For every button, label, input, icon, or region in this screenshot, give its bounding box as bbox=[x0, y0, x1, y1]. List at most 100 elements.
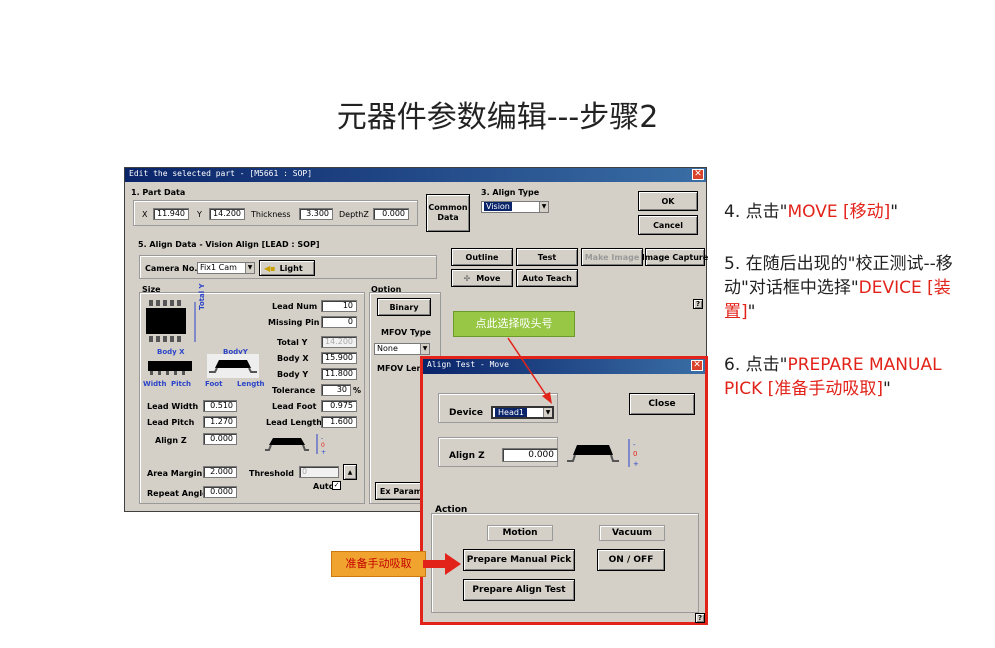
chevron-down-icon: ▼ bbox=[539, 202, 548, 212]
depthz-field[interactable]: 0.000 bbox=[373, 208, 409, 220]
vacuum-on-off-button[interactable]: ON / OFF bbox=[597, 549, 665, 571]
align-data-heading: 5. Align Data - Vision Align [LEAD : SOP… bbox=[138, 240, 320, 249]
svg-text:+: + bbox=[633, 460, 639, 468]
missing-pin-label: Missing Pin bbox=[268, 318, 320, 327]
auto-checkbox[interactable]: ✓ bbox=[332, 481, 341, 490]
right-arrow-icon bbox=[423, 553, 461, 575]
close-icon[interactable]: ✕ bbox=[692, 169, 704, 180]
chip-front-view-diagram bbox=[207, 354, 259, 378]
align-z-field[interactable]: 0.000 bbox=[203, 433, 237, 445]
x-field[interactable]: 11.940 bbox=[153, 208, 189, 220]
lead-profile-diagram: - 0 + bbox=[265, 432, 331, 456]
tolerance-label: Tolerance bbox=[272, 386, 316, 395]
close-button[interactable]: Close bbox=[629, 393, 695, 415]
prepare-pick-callout: 准备手动吸取 bbox=[331, 551, 426, 577]
align-z-label: Align Z bbox=[449, 451, 485, 461]
total-y-vertical-label: Total Y bbox=[198, 283, 206, 310]
threshold-label: Threshold bbox=[249, 469, 294, 478]
light-bulb-icon: ◀▪ bbox=[264, 263, 276, 273]
body-y-label: Body Y bbox=[277, 370, 309, 379]
select-head-callout: 点此选择吸头号 bbox=[453, 311, 575, 337]
body-y-field[interactable]: 11.800 bbox=[321, 368, 357, 380]
lead-num-label: Lead Num bbox=[272, 302, 318, 311]
chevron-down-icon: ▼ bbox=[245, 263, 254, 273]
align-z-label: Align Z bbox=[155, 436, 187, 445]
ok-button[interactable]: OK bbox=[638, 191, 698, 211]
light-label: Light bbox=[279, 263, 303, 273]
vacuum-label: Vacuum bbox=[599, 525, 665, 541]
move-label: Move bbox=[476, 273, 501, 283]
make-image-button[interactable]: Make Image bbox=[581, 248, 643, 266]
thickness-field[interactable]: 3.300 bbox=[299, 208, 333, 220]
chip-side-view-diagram bbox=[145, 358, 195, 376]
prepare-align-test-button[interactable]: Prepare Align Test bbox=[463, 579, 575, 601]
step-4-suffix: " bbox=[890, 202, 899, 222]
part-data-heading: 1. Part Data bbox=[131, 188, 186, 197]
mfov-type-select[interactable]: None ▼ bbox=[374, 343, 430, 355]
y-field[interactable]: 14.200 bbox=[209, 208, 245, 220]
body-x-caption: Body X bbox=[157, 348, 185, 356]
help-button[interactable]: ? bbox=[693, 299, 703, 309]
lead-foot-field[interactable]: 0.975 bbox=[321, 400, 357, 412]
camera-label: Camera No. bbox=[145, 264, 198, 273]
step-4-prefix: 4. 点击" bbox=[724, 202, 788, 222]
device-select[interactable]: Head1 ▼ bbox=[491, 406, 554, 419]
cancel-button[interactable]: Cancel bbox=[638, 215, 698, 235]
step-6-prefix: 6. 点击" bbox=[724, 355, 788, 375]
binary-button[interactable]: Binary bbox=[377, 298, 431, 316]
close-icon[interactable]: ✕ bbox=[691, 360, 703, 371]
depthz-label: DepthZ bbox=[339, 210, 369, 219]
align-test-title-bar: Align Test - Move ✕ bbox=[423, 359, 705, 374]
light-button[interactable]: ◀▪ Light bbox=[259, 260, 315, 276]
move-button[interactable]: ✢ Move bbox=[451, 269, 513, 287]
align-type-select[interactable]: Vision ▼ bbox=[481, 201, 549, 213]
threshold-spinner[interactable]: ▲ bbox=[343, 464, 357, 480]
svg-text:+: + bbox=[321, 449, 326, 456]
threshold-field[interactable]: 0 bbox=[299, 466, 339, 478]
total-y-field[interactable]: 14.200 bbox=[321, 336, 357, 348]
dialog-title: Edit the selected part - [M5661 : SOP] bbox=[129, 169, 313, 178]
tolerance-unit: % bbox=[353, 386, 362, 395]
align-type-value: Vision bbox=[484, 202, 512, 211]
align-test-dialog: Align Test - Move ✕ Device Head1 ▼ Close… bbox=[420, 356, 708, 625]
mfov-type-value: None bbox=[377, 344, 398, 353]
body-x-field[interactable]: 15.900 bbox=[321, 352, 357, 364]
lead-length-field[interactable]: 1.600 bbox=[321, 416, 357, 428]
camera-select[interactable]: Fix1 Cam ▼ bbox=[197, 262, 255, 274]
y-label: Y bbox=[197, 210, 202, 219]
outline-button[interactable]: Outline bbox=[451, 248, 513, 266]
svg-text:-: - bbox=[321, 435, 323, 442]
step-6-suffix: " bbox=[882, 379, 891, 399]
svg-text:0: 0 bbox=[633, 450, 637, 458]
repeat-angle-field[interactable]: 0.000 bbox=[203, 486, 237, 498]
lead-num-field[interactable]: 10 bbox=[321, 300, 357, 312]
align-type-heading: 3. Align Type bbox=[481, 188, 540, 197]
prepare-manual-pick-button[interactable]: Prepare Manual Pick bbox=[463, 549, 575, 571]
lead-width-field[interactable]: 0.510 bbox=[203, 400, 237, 412]
lead-profile-diagram: - 0 + bbox=[567, 435, 643, 471]
device-value: Head1 bbox=[495, 408, 528, 417]
lead-pitch-label: Lead Pitch bbox=[147, 418, 195, 427]
device-label: Device bbox=[449, 408, 483, 418]
align-z-field[interactable]: 0.000 bbox=[502, 448, 558, 462]
step-5-suffix: " bbox=[747, 302, 756, 322]
image-capture-button[interactable]: Image Capture bbox=[642, 248, 708, 266]
chip-top-view-diagram bbox=[145, 300, 203, 344]
length-caption: Length bbox=[237, 380, 265, 388]
thickness-label: Thickness bbox=[251, 210, 291, 219]
camera-value: Fix1 Cam bbox=[200, 263, 237, 272]
foot-caption: Foot bbox=[205, 380, 223, 388]
lead-foot-label: Lead Foot bbox=[272, 402, 317, 411]
help-button[interactable]: ? bbox=[695, 613, 705, 623]
missing-pin-field[interactable]: 0 bbox=[321, 316, 357, 328]
x-label: X bbox=[142, 210, 148, 219]
auto-teach-button[interactable]: Auto Teach bbox=[516, 269, 578, 287]
svg-text:0: 0 bbox=[321, 442, 325, 449]
area-margin-field[interactable]: 2.000 bbox=[203, 466, 237, 478]
lead-pitch-field[interactable]: 1.270 bbox=[203, 416, 237, 428]
dialog-title-bar: Edit the selected part - [M5661 : SOP] ✕ bbox=[125, 168, 706, 182]
tolerance-field[interactable]: 30 bbox=[321, 384, 351, 396]
test-button[interactable]: Test bbox=[516, 248, 578, 266]
common-data-button[interactable]: Common Data bbox=[426, 194, 470, 232]
step-4-text: 4. 点击"MOVE [移动]" bbox=[724, 200, 954, 224]
